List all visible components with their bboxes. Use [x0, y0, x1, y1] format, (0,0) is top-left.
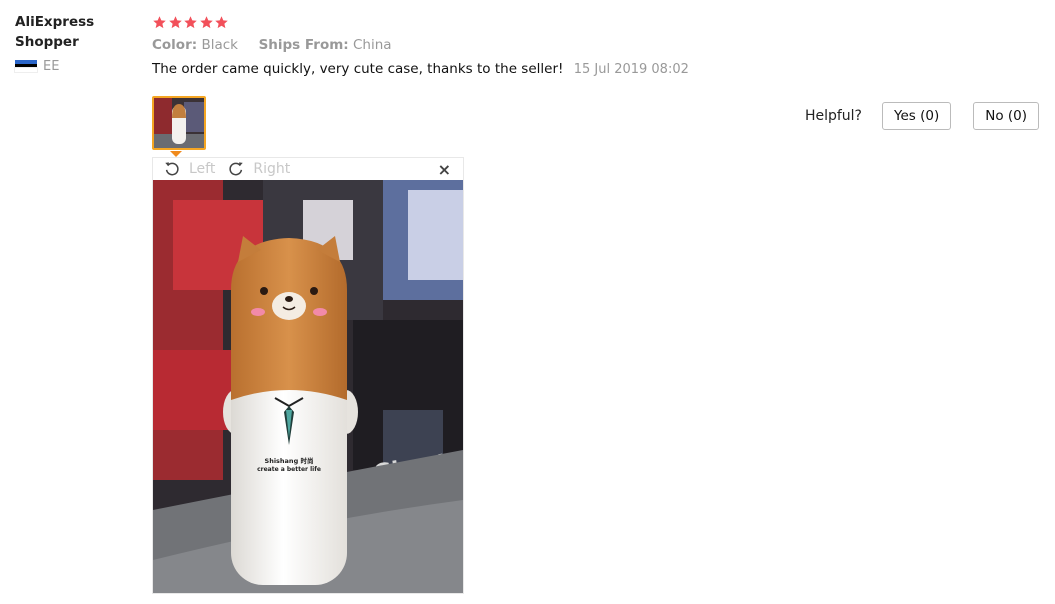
attribute-value-color: Black	[201, 37, 238, 53]
reviewer-info: AliExpress Shopper EE	[14, 12, 135, 74]
rotate-left-button[interactable]: Left	[163, 160, 215, 178]
attribute-label-color: Color:	[152, 37, 198, 53]
review-date: 15 Jul 2019 08:02	[573, 62, 689, 77]
helpful-votes: Helpful? Yes (0) No (0)	[805, 102, 1039, 130]
photo-viewer: Left Right × Shishang 时尚 create a better…	[152, 157, 464, 594]
country-flag-icon	[14, 60, 38, 73]
country-code: EE	[43, 58, 60, 74]
attribute-label-ships-from: Ships From:	[258, 37, 349, 53]
star-icon	[199, 15, 214, 30]
star-icon	[183, 15, 198, 30]
case-print-line2: create a better life	[257, 466, 321, 473]
close-icon[interactable]: ×	[438, 160, 451, 179]
helpful-label: Helpful?	[804, 108, 862, 124]
thumbnail-image	[154, 98, 204, 148]
reviewer-country: EE	[14, 58, 135, 74]
review-photo-thumbnail[interactable]	[152, 96, 206, 150]
helpful-yes-button[interactable]: Yes (0)	[882, 102, 952, 130]
rotate-left-label: Left	[189, 161, 216, 177]
case-print-line1: Shishang 时尚	[265, 456, 314, 465]
rotate-right-icon	[229, 162, 244, 176]
review-body: The order came quickly, very cute case, …	[152, 61, 1039, 77]
review-content: Color: Black Ships From: China The order…	[152, 12, 1039, 77]
rotate-left-icon	[165, 162, 179, 176]
star-icon	[152, 15, 167, 30]
star-icon	[214, 15, 229, 30]
review-attributes: Color: Black Ships From: China	[152, 37, 1039, 53]
reviewer-name: AliExpress Shopper	[15, 14, 95, 50]
star-rating	[152, 12, 1039, 32]
photo-image: Ghoul Shishang 时尚 create a better	[153, 180, 463, 593]
rotate-right-label: Right	[253, 161, 291, 177]
rotate-right-button[interactable]: Right	[227, 160, 290, 178]
helpful-no-button[interactable]: No (0)	[973, 102, 1039, 130]
star-icon	[168, 15, 183, 30]
review-text: The order came quickly, very cute case, …	[152, 61, 564, 77]
attribute-value-ships-from: China	[352, 37, 392, 53]
review-photo: Ghoul Shishang 时尚 create a better	[153, 180, 463, 593]
viewer-toolbar: Left Right ×	[153, 158, 463, 180]
